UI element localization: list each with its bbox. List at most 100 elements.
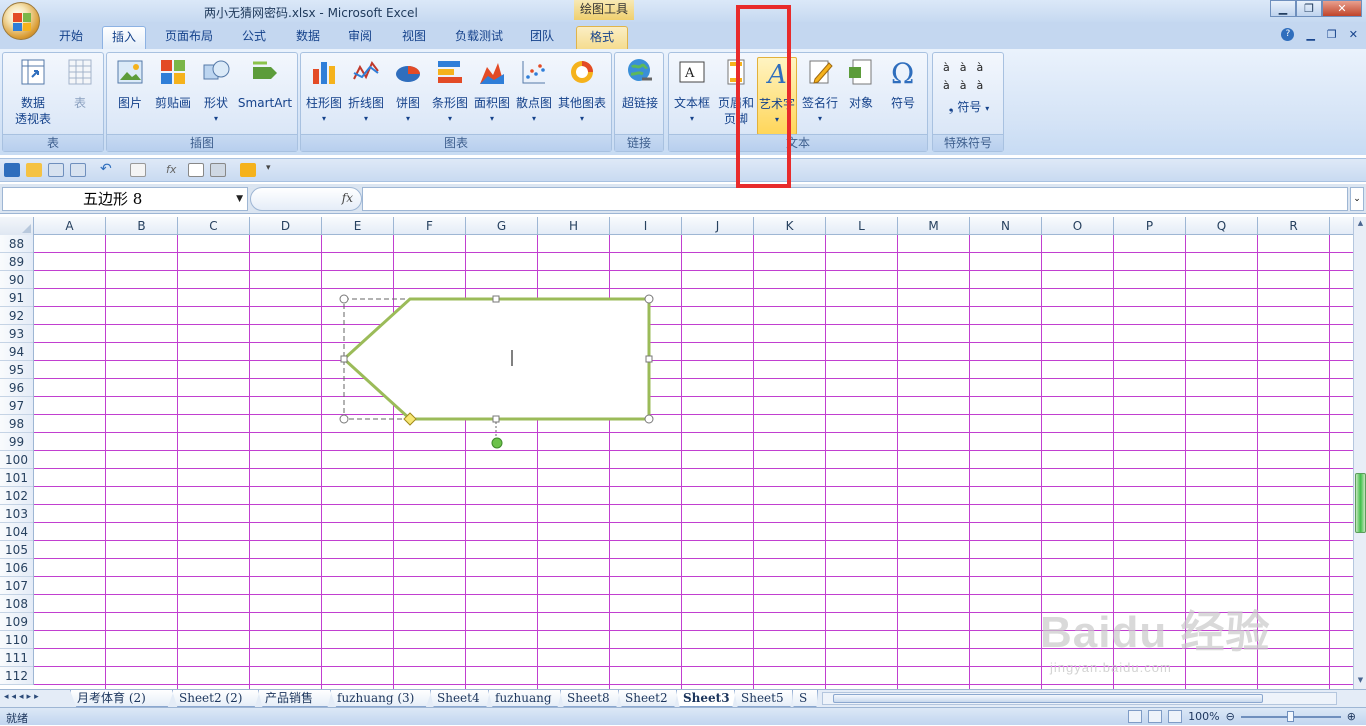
row-header[interactable]: 100 bbox=[0, 451, 33, 469]
row-header[interactable]: 112 bbox=[0, 667, 33, 685]
select-all-corner[interactable] bbox=[0, 217, 34, 235]
tab-team[interactable]: 团队 bbox=[520, 26, 564, 49]
tab-page-layout[interactable]: 页面布局 bbox=[156, 26, 222, 49]
name-box-dropdown-icon[interactable]: ▼ bbox=[236, 188, 243, 210]
camera-icon[interactable] bbox=[210, 163, 226, 177]
row-header[interactable]: 89 bbox=[0, 253, 33, 271]
area-chart-button[interactable]: 面积图 ▾ bbox=[471, 57, 513, 127]
ribbon-close-icon[interactable]: ✕ bbox=[1349, 28, 1358, 41]
row-header[interactable]: 93 bbox=[0, 325, 33, 343]
column-header[interactable]: B bbox=[106, 217, 178, 235]
picture-button[interactable]: 图片 bbox=[113, 57, 147, 111]
page-layout-view-icon[interactable] bbox=[1148, 710, 1163, 723]
column-header[interactable]: H bbox=[538, 217, 610, 235]
text-box-button[interactable]: A 文本框 ▾ bbox=[671, 57, 713, 127]
row-header[interactable]: 109 bbox=[0, 613, 33, 631]
sheet-nav-arrows-icon[interactable]: ◂◂◂▸▸ bbox=[4, 692, 42, 702]
sheet-tab[interactable]: S bbox=[792, 690, 818, 707]
row-header[interactable]: 106 bbox=[0, 559, 33, 577]
horizontal-scroll-thumb[interactable] bbox=[833, 694, 1263, 703]
name-box[interactable]: 五边形 8 ▼ bbox=[2, 187, 248, 211]
column-header[interactable]: J bbox=[682, 217, 754, 235]
table-button[interactable]: 表 bbox=[63, 57, 97, 111]
row-header[interactable]: 92 bbox=[0, 307, 33, 325]
row-header[interactable]: 110 bbox=[0, 631, 33, 649]
row-header[interactable]: 88 bbox=[0, 235, 33, 253]
column-header[interactable]: F bbox=[394, 217, 466, 235]
ribbon-restore-icon[interactable]: ❐ bbox=[1327, 28, 1337, 41]
help-icon[interactable]: ? bbox=[1281, 28, 1295, 41]
row-header[interactable]: 102 bbox=[0, 487, 33, 505]
sheet-tab[interactable]: Sheet2 (2) bbox=[172, 690, 260, 707]
print-preview-icon[interactable] bbox=[48, 163, 64, 177]
row-header[interactable]: 101 bbox=[0, 469, 33, 487]
insert-function-icon[interactable]: fx bbox=[166, 163, 182, 177]
normal-view-icon[interactable] bbox=[1128, 710, 1143, 723]
customize-qat-icon[interactable]: ▾ bbox=[266, 163, 282, 177]
tab-load-test[interactable]: 负载测试 bbox=[446, 26, 512, 49]
column-header[interactable]: I bbox=[610, 217, 682, 235]
scroll-down-icon[interactable]: ▼ bbox=[1355, 676, 1366, 687]
tab-view[interactable]: 视图 bbox=[392, 26, 436, 49]
symbol-button[interactable]: Ω 符号 bbox=[883, 57, 923, 111]
ribbon-minimize-icon[interactable]: ▁ bbox=[1306, 28, 1314, 41]
row-header[interactable]: 108 bbox=[0, 595, 33, 613]
page-setup-icon[interactable] bbox=[70, 163, 86, 177]
tab-insert[interactable]: 插入 bbox=[102, 26, 146, 49]
tab-home[interactable]: 开始 bbox=[46, 26, 96, 49]
column-header[interactable]: A bbox=[34, 217, 106, 235]
column-header[interactable]: P bbox=[1114, 217, 1186, 235]
line-chart-button[interactable]: 折线图 ▾ bbox=[345, 57, 387, 127]
tab-formulas[interactable]: 公式 bbox=[232, 26, 276, 49]
sheet-tab[interactable]: Sheet8 bbox=[560, 690, 620, 707]
scroll-up-icon[interactable]: ▲ bbox=[1355, 219, 1366, 230]
open-icon[interactable] bbox=[26, 163, 42, 177]
row-header[interactable]: 95 bbox=[0, 361, 33, 379]
column-header[interactable]: C bbox=[178, 217, 250, 235]
column-header[interactable]: G bbox=[466, 217, 538, 235]
row-header[interactable]: 104 bbox=[0, 523, 33, 541]
minimize-button[interactable]: ▁ bbox=[1270, 0, 1296, 17]
zoom-level[interactable]: 100% bbox=[1188, 710, 1219, 723]
grid-icon[interactable] bbox=[188, 163, 204, 177]
zoom-slider[interactable] bbox=[1240, 710, 1341, 722]
signature-line-button[interactable]: 签名行 ▾ bbox=[799, 57, 841, 127]
formula-input[interactable] bbox=[362, 187, 1348, 211]
row-header[interactable]: 105 bbox=[0, 541, 33, 559]
row-header[interactable]: 111 bbox=[0, 649, 33, 667]
column-header[interactable]: N bbox=[970, 217, 1042, 235]
zoom-slider-thumb[interactable] bbox=[1286, 710, 1294, 722]
scatter-chart-button[interactable]: 散点图 ▾ bbox=[513, 57, 555, 127]
tab-data[interactable]: 数据 bbox=[286, 26, 330, 49]
row-header[interactable]: 91 bbox=[0, 289, 33, 307]
row-header[interactable]: 97 bbox=[0, 397, 33, 415]
object-button[interactable]: 对象 bbox=[841, 57, 881, 111]
column-header[interactable]: E bbox=[322, 217, 394, 235]
insert-function-button[interactable]: fx bbox=[342, 191, 353, 205]
tab-review[interactable]: 审阅 bbox=[338, 26, 382, 49]
zoom-out-icon[interactable]: ⊖ bbox=[1226, 710, 1235, 723]
row-header[interactable]: 98 bbox=[0, 415, 33, 433]
pivot-table-button[interactable]: 数据 透视表 bbox=[7, 57, 59, 127]
special-symbol-grid[interactable]: ààà ààà bbox=[943, 59, 997, 95]
sheet-tab-active[interactable]: Sheet3 bbox=[676, 690, 736, 707]
expand-formula-bar-icon[interactable]: ⌄ bbox=[1350, 187, 1364, 211]
save-icon[interactable] bbox=[4, 163, 20, 177]
row-header[interactable]: 90 bbox=[0, 271, 33, 289]
restore-button[interactable]: ❐ bbox=[1296, 0, 1322, 17]
format-painter-icon[interactable] bbox=[130, 163, 146, 177]
tab-format[interactable]: 格式 bbox=[576, 26, 628, 49]
vertical-scroll-thumb[interactable] bbox=[1355, 473, 1366, 533]
horizontal-scrollbar[interactable] bbox=[822, 692, 1337, 705]
shapes-button[interactable]: 形状 ▾ bbox=[199, 57, 233, 127]
column-header[interactable]: M bbox=[898, 217, 970, 235]
sheet-tab[interactable]: Sheet5 bbox=[734, 690, 794, 707]
bar-chart-button[interactable]: 条形图 ▾ bbox=[429, 57, 471, 127]
pie-chart-button[interactable]: 饼图 ▾ bbox=[389, 57, 427, 127]
sheet-tab[interactable]: fuzhuang (3) bbox=[330, 690, 432, 707]
sheet-tab[interactable]: Sheet4 bbox=[430, 690, 490, 707]
clip-art-button[interactable]: 剪贴画 bbox=[151, 57, 195, 111]
page-break-view-icon[interactable] bbox=[1168, 710, 1183, 723]
undo-icon[interactable]: ↶ bbox=[100, 162, 116, 177]
sheet-tab[interactable]: Sheet2 bbox=[618, 690, 678, 707]
